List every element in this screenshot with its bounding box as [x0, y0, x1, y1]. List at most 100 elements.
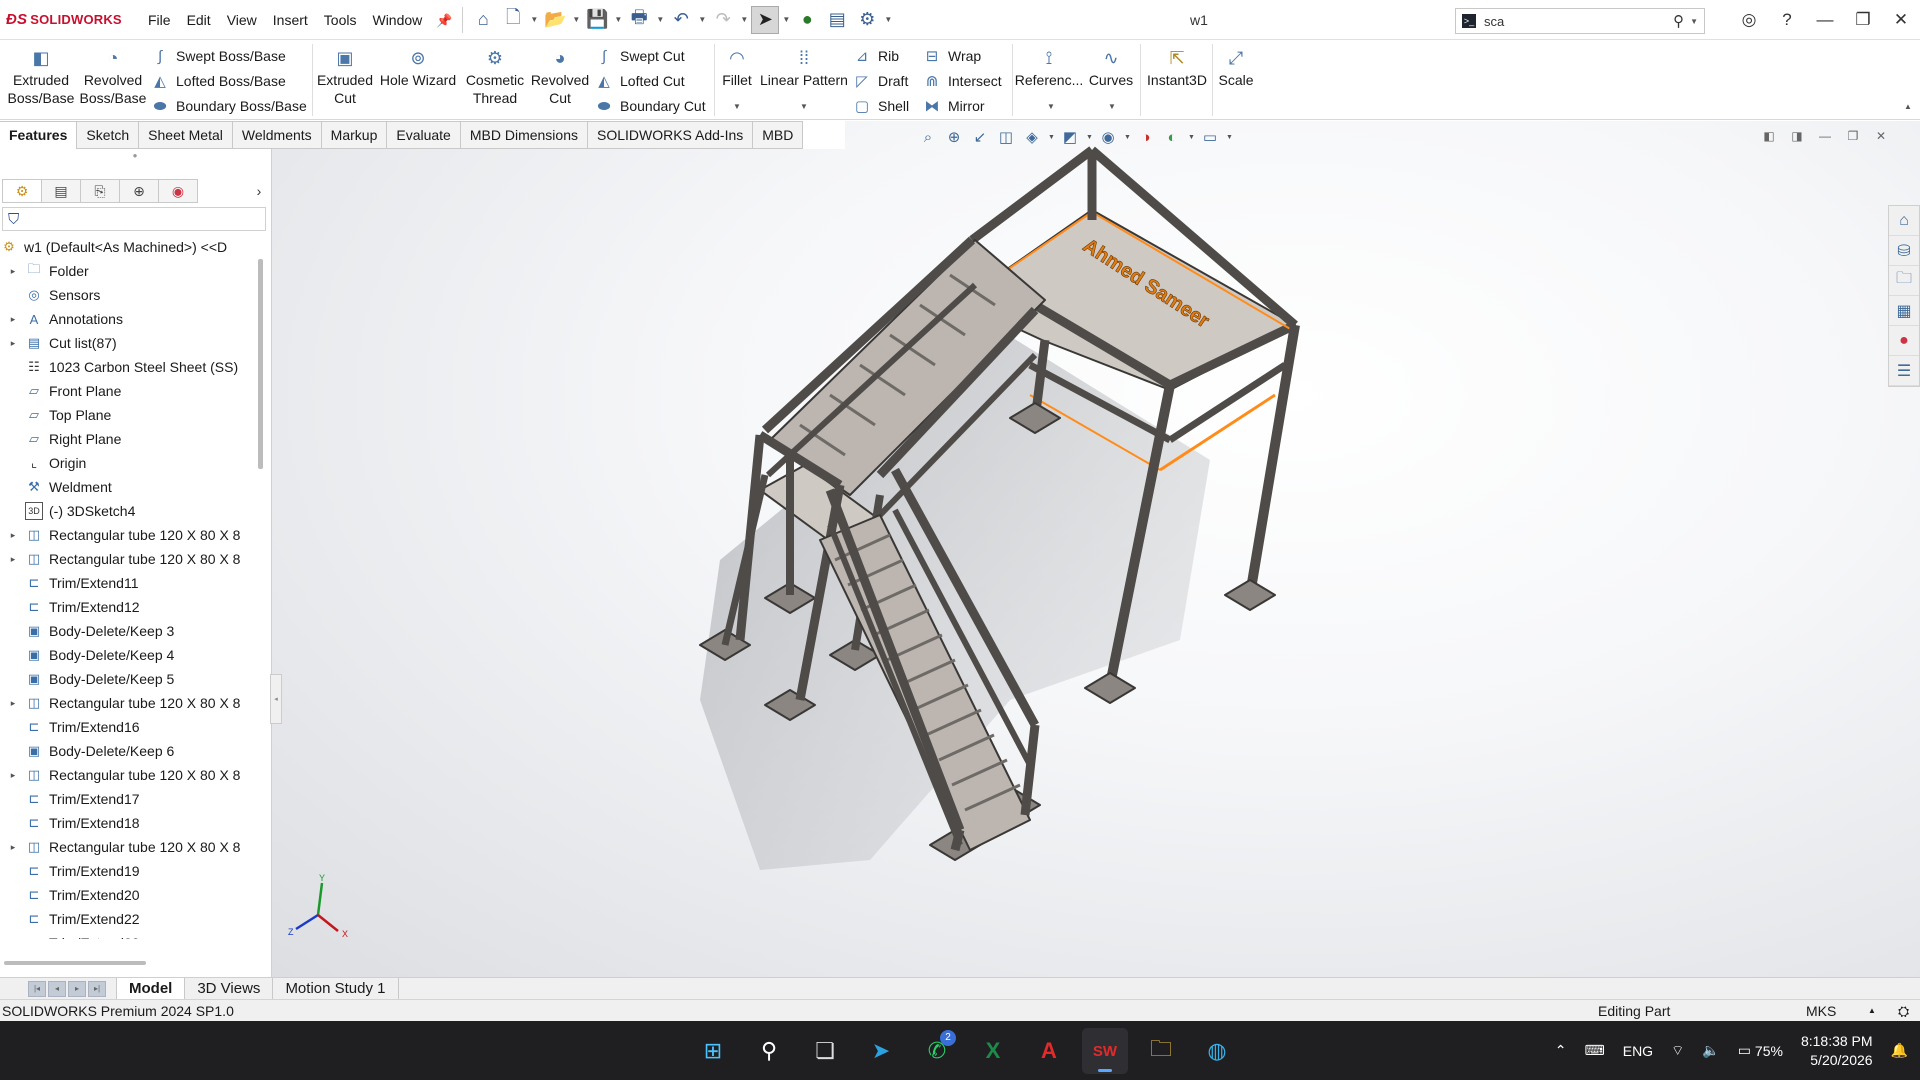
tree-item[interactable]: ▸ ◫ Rectangular tube 120 X 80 X 8 — [0, 763, 256, 787]
expand-arrow-icon[interactable]: ▸ — [6, 530, 20, 541]
tree-item[interactable]: ▣ Body-Delete/Keep 3 — [0, 619, 256, 643]
linear-pattern-button[interactable]: ⁞⁞ Linear Pattern — [760, 46, 848, 89]
chevron-down-icon[interactable]: ▼ — [781, 15, 791, 24]
chevron-down-icon[interactable]: ▼ — [655, 15, 665, 24]
menu-insert[interactable]: Insert — [265, 0, 316, 40]
chevron-down-icon[interactable]: ▼ — [571, 15, 581, 24]
vertical-scrollbar[interactable] — [258, 259, 263, 469]
edit-appearance-icon[interactable]: ◑ — [1136, 127, 1156, 147]
dimxpert-manager-icon[interactable]: ⊕ — [119, 179, 159, 203]
tab-markup[interactable]: Markup — [321, 121, 388, 149]
new-document-icon[interactable]: 🗋 — [499, 6, 527, 34]
file-properties-icon[interactable]: ▤ — [823, 6, 851, 34]
tab-sketch[interactable]: Sketch — [77, 121, 140, 149]
search-box[interactable]: >_ ⚲ ▼ — [1455, 8, 1705, 34]
previous-view-icon[interactable]: ↙ — [970, 127, 990, 147]
chevron-down-icon[interactable]: ▼ — [1690, 17, 1698, 26]
solidworks-logo[interactable]: ƉS SOLIDWORKS — [0, 11, 140, 28]
apply-scene-icon[interactable]: ◐ — [1162, 127, 1182, 147]
graphics-area[interactable]: Ahmed Sameer Y X Z ◧ ◨ — ❐ ✕ ⌂ ⛁ 🗀 ▦ ● ☰ — [272, 121, 1920, 977]
tab-mbd[interactable]: MBD — [753, 121, 804, 149]
expand-arrow-icon[interactable]: ▸ — [6, 842, 20, 853]
tree-item[interactable]: ⊏ Trim/Extend17 — [0, 787, 256, 811]
boundary-cut-button[interactable]: ⬬ Boundary Cut — [594, 94, 706, 118]
tree-filter[interactable]: ⛉ — [2, 207, 266, 231]
staircase-platform-model[interactable]: Ahmed Sameer — [272, 121, 1920, 977]
minimize-icon[interactable]: — — [1806, 0, 1844, 40]
keyboard-icon[interactable]: ⌨ — [1585, 1042, 1605, 1059]
battery-icon[interactable]: ▭ — [1738, 1042, 1751, 1059]
menu-window[interactable]: Window — [364, 0, 430, 40]
help-icon[interactable]: ? — [1768, 0, 1806, 40]
tree-item[interactable]: ☷ 1023 Carbon Steel Sheet (SS) — [0, 355, 256, 379]
chevron-down-icon[interactable]: ▼ — [1108, 102, 1116, 111]
feature-manager-tree-icon[interactable]: ⚙ — [2, 179, 42, 203]
instant3d-button[interactable]: ⇱ Instant3D — [1144, 46, 1210, 89]
first-tab-icon[interactable]: |◂ — [28, 980, 46, 997]
tree-item[interactable]: ▱ Right Plane — [0, 427, 256, 451]
chevron-down-icon[interactable]: ▼ — [697, 15, 707, 24]
expand-arrow-icon[interactable]: ▸ — [6, 698, 20, 709]
chevron-up-icon[interactable]: ▲ — [1868, 1006, 1876, 1015]
windows-start-icon[interactable]: ⊞ — [690, 1028, 736, 1074]
tree-item[interactable]: ▸ ◫ Rectangular tube 120 X 80 X 8 — [0, 547, 256, 571]
menu-view[interactable]: View — [219, 0, 265, 40]
redo-icon[interactable]: ↷ — [709, 6, 737, 34]
hole-wizard-button[interactable]: ⊚ Hole Wizard — [378, 46, 458, 89]
swept-boss-button[interactable]: ∫ Swept Boss/Base — [150, 44, 286, 68]
tree-item[interactable]: 3D (-) 3DSketch4 — [0, 499, 256, 523]
tree-item[interactable]: ⊏ Trim/Extend20 — [0, 883, 256, 907]
tree-item[interactable]: ▸ ◫ Rectangular tube 120 X 80 X 8 — [0, 523, 256, 547]
view-settings-icon[interactable]: ▭ — [1200, 127, 1220, 147]
chevron-down-icon[interactable]: ▼ — [800, 102, 808, 111]
last-tab-icon[interactable]: ▸| — [88, 980, 106, 997]
pin-menu-icon[interactable]: 📌 — [436, 13, 452, 28]
cosmetic-thread-button[interactable]: ⚙ Cosmetic Thread — [460, 46, 530, 107]
swept-cut-button[interactable]: ∫ Swept Cut — [594, 44, 685, 68]
chevron-down-icon[interactable]: ▼ — [613, 15, 623, 24]
design-library-icon[interactable]: ⛁ — [1889, 236, 1919, 266]
tab-features[interactable]: Features — [0, 121, 78, 149]
whatsapp-icon[interactable]: ✆ 2 — [914, 1028, 960, 1074]
home-icon[interactable]: ⌂ — [469, 6, 497, 34]
rebuild-status-icon[interactable]: ⛭ — [1898, 1003, 1909, 1020]
notifications-icon[interactable]: 🔔 — [1891, 1042, 1908, 1059]
file-explorer-icon[interactable]: 🗀 — [1889, 266, 1919, 296]
revolved-cut-button[interactable]: ◕ Revolved Cut — [530, 46, 590, 107]
tab-evaluate[interactable]: Evaluate — [387, 121, 461, 149]
intersect-button[interactable]: ⋒ Intersect — [922, 69, 1002, 93]
solidworks-taskbar-icon[interactable]: SW — [1082, 1028, 1128, 1074]
tree-item[interactable]: ◎ Sensors — [0, 283, 256, 307]
section-view-icon[interactable]: ◫ — [996, 127, 1016, 147]
chevron-down-icon[interactable]: ▼ — [1124, 134, 1131, 141]
close-icon[interactable]: ✕ — [1874, 129, 1888, 143]
task-view-icon[interactable]: ❏ — [802, 1028, 848, 1074]
chevron-down-icon[interactable]: ▼ — [733, 102, 741, 111]
tree-item[interactable]: ▱ Front Plane — [0, 379, 256, 403]
select-cursor-icon[interactable]: ➤ — [751, 5, 780, 34]
display-style-icon[interactable]: ◩ — [1060, 127, 1080, 147]
tree-item[interactable]: ▸ ◫ Rectangular tube 120 X 80 X 8 — [0, 691, 256, 715]
unit-system[interactable]: MKS — [1806, 1003, 1836, 1019]
search-icon[interactable]: ⚲ — [1673, 12, 1684, 30]
tree-root-part[interactable]: ⚙ w1 (Default<As Machined>) <<D — [0, 235, 256, 259]
open-folder-icon[interactable]: 📂 — [541, 6, 569, 34]
excel-icon[interactable]: X — [970, 1028, 1016, 1074]
panel-grip[interactable]: ● — [0, 149, 270, 163]
system-clock[interactable]: 8:18:38 PM 5/20/2026 — [1801, 1032, 1873, 1070]
tab-mbd-dimensions[interactable]: MBD Dimensions — [460, 121, 588, 149]
previous-tab-icon[interactable]: ◂ — [48, 980, 66, 997]
search-icon[interactable]: ⚲ — [746, 1028, 792, 1074]
expand-arrow-icon[interactable]: ▸ — [6, 770, 20, 781]
view-orientation-icon[interactable]: ◈ — [1022, 127, 1042, 147]
revolved-boss-button[interactable]: ◔ Revolved Boss/Base — [78, 46, 148, 107]
tab-solidworks-addins[interactable]: SOLIDWORKS Add-Ins — [587, 121, 754, 149]
collapse-panel-handle[interactable]: ◂ — [270, 674, 282, 724]
tree-item[interactable]: ⌞ Origin — [0, 451, 256, 475]
view-palette-icon[interactable]: ▦ — [1889, 296, 1919, 326]
extruded-cut-button[interactable]: ▣ Extruded Cut — [314, 46, 376, 107]
edge-icon[interactable]: ◍ — [1194, 1028, 1240, 1074]
zoom-to-area-icon[interactable]: ⊕ — [944, 127, 964, 147]
tree-item[interactable]: ⊏ Trim/Extend16 — [0, 715, 256, 739]
tab-3d-views[interactable]: 3D Views — [185, 978, 274, 999]
